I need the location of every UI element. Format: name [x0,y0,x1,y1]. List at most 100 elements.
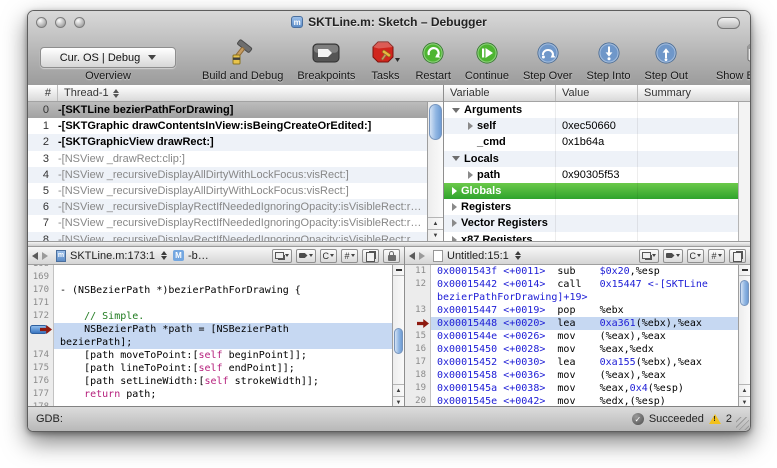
counterpart-button[interactable] [639,249,659,263]
stack-frame-row[interactable]: 6-[NSView _recursiveDisplayRectIfNeededI… [28,199,427,215]
stack-scrollbar[interactable]: ▲ ▼ [427,102,443,241]
disclosure-triangle-icon[interactable] [452,219,457,227]
marker-popup-button[interactable]: # [708,249,725,263]
code-line[interactable]: 0x00015448 <+0020> lea 0xa361(%ebx),%eax [405,317,738,330]
line-number-gutter[interactable]: 16 [405,343,431,356]
stack-frame-row[interactable]: 7-[NSView _recursiveDisplayRectIfNeededI… [28,215,427,231]
code-text[interactable]: 0x00015448 <+0020> lea 0xa361(%ebx),%eax [431,317,738,330]
line-number-gutter[interactable] [405,317,431,330]
code-text[interactable] [54,271,392,284]
source-file-popup[interactable]: SKTLine.m:173:1 [70,250,155,262]
line-number-gutter[interactable]: 171 [28,297,54,310]
code-text[interactable]: // Simple. [54,310,392,323]
disclosure-triangle-icon[interactable] [452,156,460,161]
split-editor-button[interactable] [739,265,750,276]
variables-scrollbar[interactable] [738,102,750,241]
line-number-gutter[interactable] [405,291,431,304]
scroll-up-arrow[interactable]: ▲ [393,384,404,396]
disassembly-file-popup[interactable]: Untitled:15:1 [447,250,509,262]
disclosure-triangle-icon[interactable] [468,171,473,179]
line-stepper-icon[interactable] [161,251,167,260]
line-number-gutter[interactable]: 18 [405,369,431,382]
line-number-gutter[interactable]: 11 [405,265,431,278]
line-number-gutter[interactable]: 12 [405,278,431,291]
line-number-gutter[interactable]: 170 [28,284,54,297]
code-text[interactable]: bezierPathForDrawing]+19> [431,291,738,304]
warning-icon[interactable] [709,414,721,424]
breakpoint-menu-button[interactable] [296,249,316,263]
back-arrow-icon[interactable] [409,252,415,260]
code-line[interactable]: 180x00015458 <+0036> mov (%eax),%eax [405,369,738,382]
code-line[interactable]: 174 [path moveToPoint:[self beginPoint]]… [28,349,392,362]
line-number-gutter[interactable] [28,323,54,336]
variable-row[interactable]: Locals [444,151,738,167]
stack-frame-row[interactable]: 0-[SKTLine bezierPathForDrawing] [28,102,427,118]
code-text[interactable]: 0x00015450 <+0028> mov %eax,%edx [431,343,738,356]
toolbar-toggle-pill[interactable] [717,17,740,29]
counterpart-button[interactable] [272,249,292,263]
code-text[interactable]: 0x0001543f <+0011> sub $0x20,%esp [431,265,738,278]
line-number-gutter[interactable]: 172 [28,310,54,323]
code-line[interactable]: 160x00015450 <+0028> mov %eax,%edx [405,343,738,356]
line-number-gutter[interactable]: 13 [405,304,431,317]
source-scrollbar[interactable]: ▲ ▼ [392,265,404,408]
zoom-button[interactable] [74,17,85,28]
restart-button[interactable]: Restart [415,38,450,82]
code-text[interactable]: [path moveToPoint:[self beginPoint]]; [54,349,392,362]
step-into-button[interactable]: Step Into [586,38,630,82]
code-line[interactable]: 150x0001544e <+0026> mov (%eax),%eax [405,330,738,343]
code-line[interactable]: 130x00015447 <+0019> pop %ebx [405,304,738,317]
code-line[interactable]: 120x00015442 <+0014> call 0x15447 <-[SKT… [405,278,738,291]
breakpoint-menu-button[interactable] [663,249,683,263]
class-popup-button[interactable]: C [687,249,705,263]
resize-grip[interactable] [736,417,749,430]
marker-popup-button[interactable]: # [341,249,358,263]
code-line[interactable]: 172 // Simple. [28,310,392,323]
code-text[interactable]: 0x00015442 <+0014> call 0x15447 <-[SKTLi… [431,278,738,291]
code-text[interactable] [54,297,392,310]
line-stepper-icon[interactable] [515,251,521,260]
code-line[interactable]: 110x0001543f <+0011> sub $0x20,%esp [405,265,738,278]
variables-col-value[interactable]: Value [556,85,638,101]
source-code-area[interactable]: 168169170- (NSBezierPath *)bezierPathFor… [28,265,392,408]
breakpoints-button[interactable]: Breakpoints [297,38,355,82]
continue-button[interactable]: Continue [465,38,509,82]
code-text[interactable]: 0x00015447 <+0019> pop %ebx [431,304,738,317]
stack-col-thread[interactable]: Thread-1 [58,85,443,101]
code-text[interactable]: 0x00015452 <+0030> lea 0xa155(%ebx),%eax [431,356,738,369]
variable-row[interactable]: path0x90305f53 [444,167,738,183]
step-over-button[interactable]: Step Over [523,38,573,82]
line-number-gutter[interactable]: 15 [405,330,431,343]
overview-popup[interactable]: Cur. OS | Debug [40,47,176,68]
scroll-up-arrow[interactable]: ▲ [428,217,443,229]
disclosure-triangle-icon[interactable] [452,187,457,195]
warning-count[interactable]: 2 [726,413,732,425]
code-line[interactable]: 170- (NSBezierPath *)bezierPathForDrawin… [28,284,392,297]
line-number-gutter[interactable]: 169 [28,271,54,284]
code-text[interactable]: NSBezierPath *path = [NSBezierPath [54,323,392,336]
show-breakpoints-button[interactable]: Show Breakpoints [716,38,751,82]
line-number-gutter[interactable]: 174 [28,349,54,362]
line-number-gutter[interactable]: 19 [405,382,431,395]
stack-frame-row[interactable]: 3-[NSView _drawRect:clip:] [28,151,427,167]
variable-row[interactable]: _cmd0x1b64a [444,134,738,150]
line-number-gutter[interactable]: 177 [28,388,54,401]
back-arrow-icon[interactable] [32,252,38,260]
variable-row[interactable]: x87 Registers [444,232,738,242]
disclosure-triangle-icon[interactable] [452,108,460,113]
variables-col-summary[interactable]: Summary [638,85,750,101]
code-line[interactable]: 175 [path lineToPoint:[self endPoint]]; [28,362,392,375]
disassembly-scrollbar-thumb[interactable] [740,280,749,306]
variable-row[interactable]: Arguments [444,102,738,118]
forward-arrow-icon[interactable] [42,252,48,260]
code-line[interactable]: 190x0001545a <+0038> mov %eax,0x4(%esp) [405,382,738,395]
code-line[interactable]: 176 [path setLineWidth:[self strokeWidth… [28,375,392,388]
scroll-up-arrow[interactable]: ▲ [739,384,750,396]
variable-row[interactable]: Registers [444,199,738,215]
code-text[interactable]: return path; [54,388,392,401]
stack-frame-row[interactable]: 2-[SKTGraphicView drawRect:] [28,134,427,150]
code-line[interactable]: 177 return path; [28,388,392,401]
code-text[interactable]: 0x00015458 <+0036> mov (%eax),%eax [431,369,738,382]
function-popup[interactable]: -b… [188,250,209,262]
build-and-debug-button[interactable]: Build and Debug [202,38,283,82]
